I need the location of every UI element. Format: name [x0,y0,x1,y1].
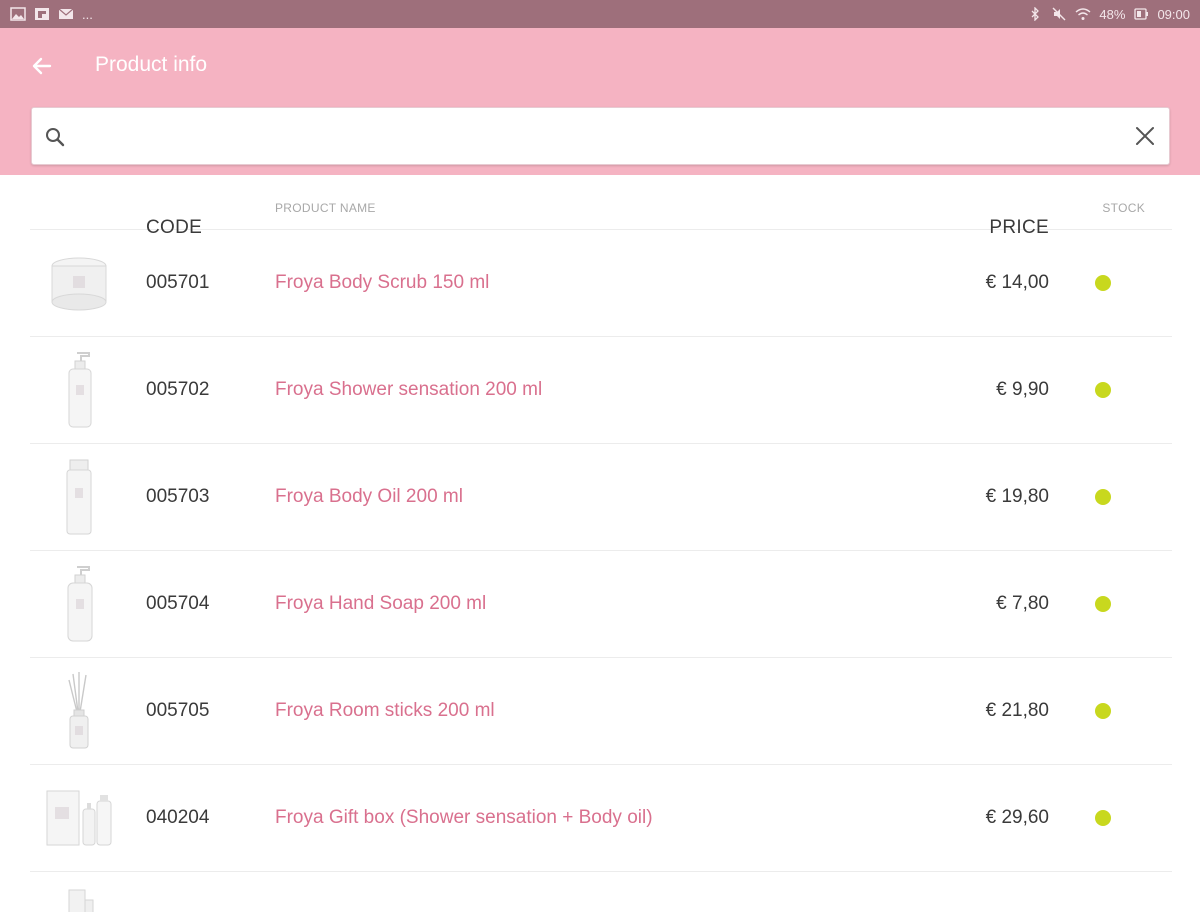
product-code: 005703 [146,486,210,507]
table-header: CODE PRODUCT NAME PRICE STOCK [30,175,1172,238]
product-code: 005702 [146,379,210,400]
search-icon [44,126,66,148]
product-name-link[interactable]: Froya Body Oil 200 ml [275,486,463,508]
back-button[interactable] [28,52,56,80]
table-row[interactable]: 005705 Froya Room sticks 200 ml € 21,80 [30,658,1172,765]
search-bar [31,107,1170,165]
in-stock-indicator [1095,489,1111,505]
in-stock-indicator [1095,275,1111,291]
header-product-name: PRODUCT NAME [275,201,376,215]
product-price: € 14,00 [985,272,1049,293]
product-code: 040204 [146,807,210,828]
product-name-link[interactable]: Froya Body Scrub 150 ml [275,272,489,294]
product-thumbnail-gift-box [44,779,114,857]
header-stock: STOCK [1102,201,1145,215]
product-name-link[interactable]: Froya Shower sensation 200 ml [275,379,542,401]
in-stock-indicator [1095,596,1111,612]
table-row[interactable]: 040204 Froya Gift box (Shower sensation … [30,765,1172,872]
product-price: € 7,80 [996,593,1049,614]
flipboard-icon [34,7,50,21]
mail-icon [58,7,74,21]
product-table: CODE PRODUCT NAME PRICE STOCK 005701 Fro… [30,175,1172,912]
wifi-icon [1075,7,1091,21]
app-bar: Product info [0,28,1200,175]
product-name-link[interactable]: Froya Hand Soap 200 ml [275,593,486,615]
product-code: 005705 [146,700,210,721]
product-thumbnail-bottle [44,458,114,536]
more-notifications: ... [82,6,93,22]
search-input[interactable] [78,116,1118,156]
product-thumbnail-pump-bottle [44,565,114,643]
product-name-link[interactable]: Froya Gift box (Shower sensation + Body … [275,807,653,829]
battery-icon [1133,7,1149,21]
gallery-icon [10,7,26,21]
product-thumbnail-room-sticks [44,672,114,750]
clear-search-button[interactable] [1131,122,1159,150]
mute-icon [1051,7,1067,21]
product-name-link[interactable]: Froya Room sticks 200 ml [275,700,495,722]
product-price: € 29,60 [985,807,1049,828]
product-code: 005701 [146,272,210,293]
product-thumbnail-pump-bottle [44,351,114,429]
status-bar: ... 48% 09:00 [0,0,1200,28]
product-code: 005704 [146,593,210,614]
table-row[interactable]: 005701 Froya Body Scrub 150 ml € 14,00 [30,230,1172,337]
in-stock-indicator [1095,810,1111,826]
battery-percentage: 48% [1099,6,1126,22]
product-thumbnail-partial [44,886,114,912]
table-row[interactable]: 005703 Froya Body Oil 200 ml € 19,80 [30,444,1172,551]
in-stock-indicator [1095,703,1111,719]
product-price: € 19,80 [985,486,1049,507]
bluetooth-icon [1027,6,1043,22]
page-title: Product info [95,53,208,76]
product-price: € 9,90 [996,379,1049,400]
clock: 09:00 [1157,6,1190,22]
close-icon [1136,127,1154,145]
product-thumbnail-jar [44,244,114,322]
arrow-back-icon [32,57,52,75]
in-stock-indicator [1095,382,1111,398]
table-row[interactable]: 005702 Froya Shower sensation 200 ml € 9… [30,337,1172,444]
table-row[interactable]: 005704 Froya Hand Soap 200 ml € 7,80 [30,551,1172,658]
product-price: € 21,80 [985,700,1049,721]
table-row[interactable] [30,872,1172,912]
